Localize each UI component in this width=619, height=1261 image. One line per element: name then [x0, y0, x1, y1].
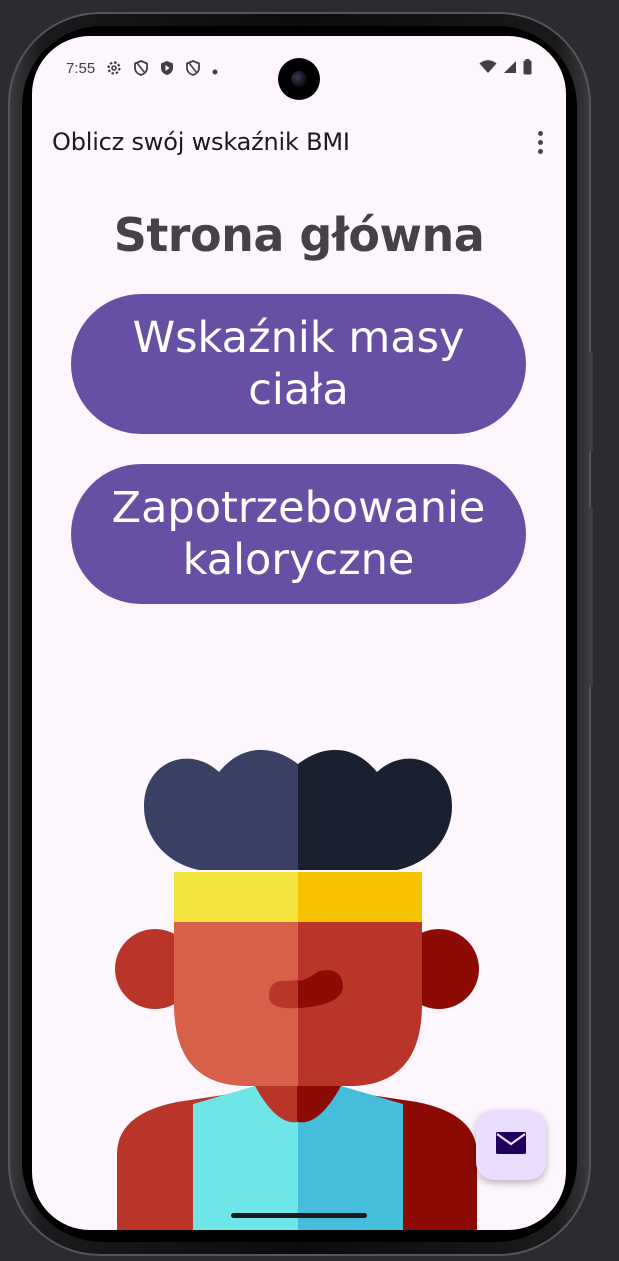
mail-fab[interactable]	[476, 1110, 546, 1180]
status-bar: 7:55	[32, 36, 566, 100]
shield-icon	[134, 60, 148, 81]
calorie-needs-button[interactable]: Zapotrzebowanie kaloryczne	[71, 464, 526, 604]
battery-icon	[523, 59, 532, 80]
wifi-icon	[479, 60, 497, 79]
signal-icon	[503, 60, 517, 79]
front-camera	[278, 58, 320, 100]
power-button	[589, 352, 593, 452]
bmi-button[interactable]: Wskaźnik masy ciała	[71, 294, 526, 434]
app-title: Oblicz swój wskaźnik BMI	[52, 128, 350, 156]
gear-icon	[106, 60, 122, 81]
shield-icon	[186, 60, 200, 81]
dot-icon	[212, 62, 218, 80]
person-illustration	[107, 744, 487, 1230]
page-title: Strona główna	[113, 208, 485, 262]
status-time: 7:55	[66, 60, 96, 77]
more-vert-icon[interactable]	[528, 128, 552, 156]
shield-filled-icon	[160, 60, 174, 81]
home-indicator[interactable]	[231, 1213, 367, 1218]
screen: 7:55 Oblicz swój wskaźnik BMI Strona głó…	[32, 36, 566, 1230]
mail-icon	[495, 1131, 527, 1160]
volume-button	[589, 507, 593, 687]
top-app-bar: Oblicz swój wskaźnik BMI	[32, 116, 566, 172]
